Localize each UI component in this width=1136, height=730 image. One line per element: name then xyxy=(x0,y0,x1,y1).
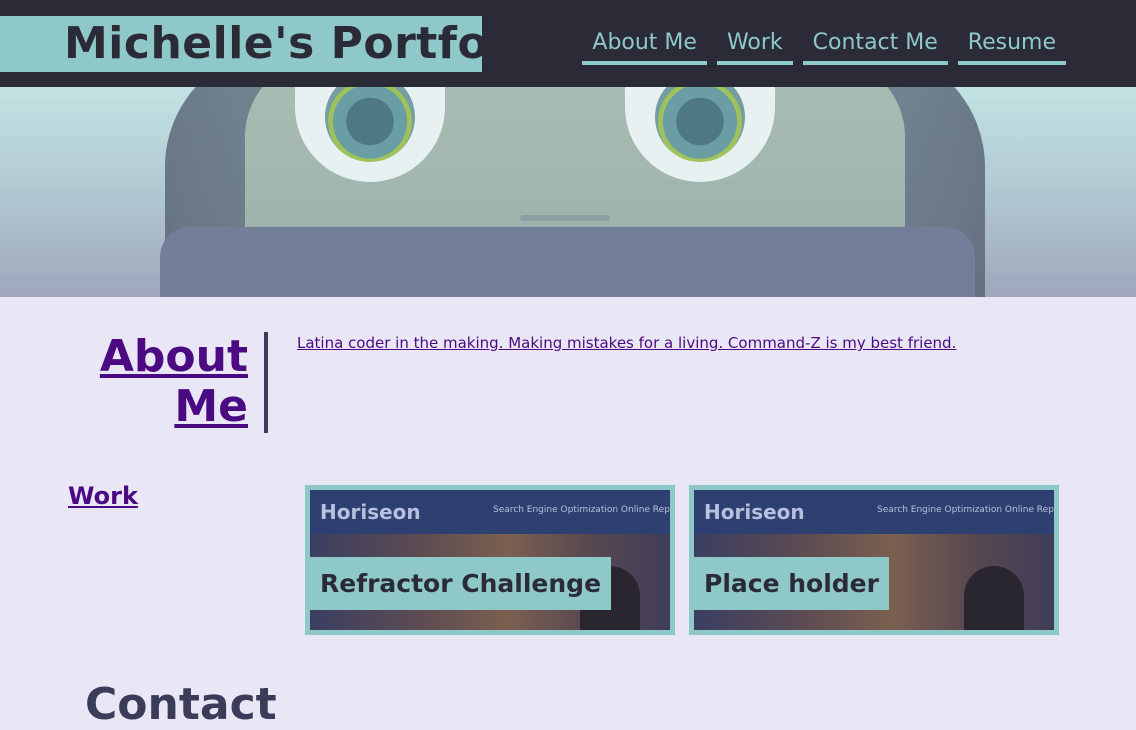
project-card-refractor[interactable]: Horiseon Search Engine Optimization Onli… xyxy=(305,485,675,635)
brand-block: Michelle's Portfolio xyxy=(0,16,551,72)
project-screenshot-logo: Horiseon xyxy=(320,500,421,524)
contact-divider xyxy=(264,688,268,697)
nav-contact-me[interactable]: Contact Me xyxy=(802,29,948,65)
project-label[interactable]: Place holder xyxy=(694,557,889,610)
about-heading[interactable]: About Me xyxy=(90,332,248,432)
about-bio-link[interactable]: Latina coder in the making. Making mista… xyxy=(297,334,956,352)
project-label[interactable]: Refractor Challenge xyxy=(310,557,612,610)
about-divider xyxy=(264,332,268,433)
project-card-placeholder[interactable]: Horiseon Search Engine Optimization Onli… xyxy=(689,485,1059,635)
project-screenshot-logo: Horiseon xyxy=(704,500,805,524)
site-header: Michelle's Portfolio About Me Work Conta… xyxy=(0,0,1136,87)
nav-about-me[interactable]: About Me xyxy=(582,29,707,65)
project-screenshot-nav: Search Engine Optimization Online Reputa… xyxy=(493,505,675,515)
nav-work[interactable]: Work xyxy=(716,29,793,65)
hero-image xyxy=(0,87,1136,297)
main-nav: About Me Work Contact Me Resume xyxy=(582,29,1066,65)
contact-heading[interactable]: Contact xyxy=(85,680,277,730)
work-heading[interactable]: Work xyxy=(68,482,138,510)
nav-resume[interactable]: Resume xyxy=(957,29,1066,65)
site-title: Michelle's Portfolio xyxy=(64,18,551,69)
project-screenshot-nav: Search Engine Optimization Online Reputa… xyxy=(877,505,1059,515)
